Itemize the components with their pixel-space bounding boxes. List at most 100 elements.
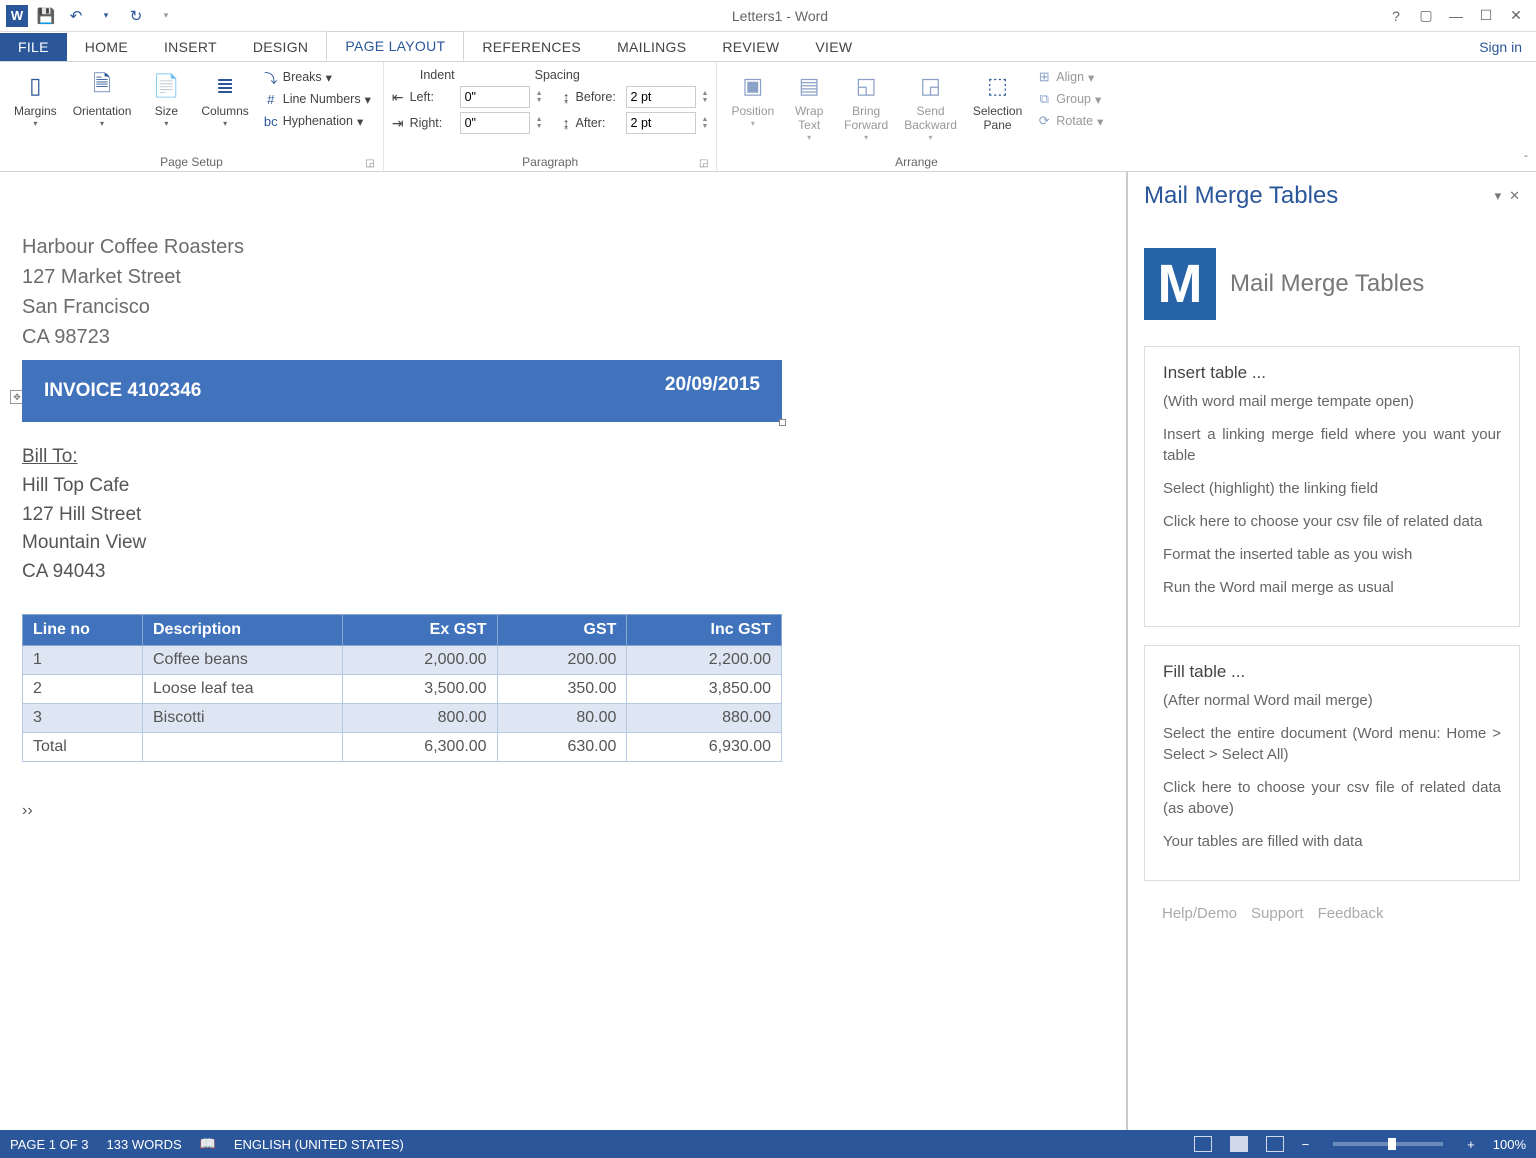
feedback-link[interactable]: Feedback: [1318, 905, 1384, 922]
spacing-after-icon: ↨: [563, 115, 570, 131]
undo-dropdown-icon[interactable]: ▾: [94, 4, 118, 28]
size-button[interactable]: 📄Size▾: [141, 66, 191, 132]
card-heading: Insert table ...: [1163, 363, 1501, 383]
wrap-text-icon: ▤: [793, 70, 825, 102]
read-mode-icon[interactable]: [1194, 1136, 1212, 1152]
spinner-icon[interactable]: ▲▼: [536, 90, 543, 104]
size-icon: 📄: [150, 70, 182, 102]
ribbon-display-icon[interactable]: ▢: [1412, 4, 1440, 28]
selection-pane-button[interactable]: ⬚Selection Pane: [967, 66, 1028, 136]
bring-forward-icon: ◱: [850, 70, 882, 102]
minimize-icon[interactable]: —: [1442, 4, 1470, 28]
tab-insert[interactable]: INSERT: [146, 33, 235, 61]
invoice-table[interactable]: Line no Description Ex GST GST Inc GST 1…: [22, 614, 782, 762]
document-canvas[interactable]: ✥ Harbour Coffee Roasters127 Market Stre…: [0, 172, 1126, 1130]
tab-review[interactable]: REVIEW: [704, 33, 797, 61]
zoom-level[interactable]: 100%: [1493, 1137, 1526, 1152]
align-button: ⊞Align ▾: [1032, 68, 1107, 86]
collapse-ribbon-icon[interactable]: ˆ: [1524, 153, 1528, 167]
table-row: Total6,300.00630.006,930.00: [23, 733, 782, 762]
group-label: Page Setup: [160, 155, 223, 169]
orientation-button[interactable]: 🗎Orientation▾: [67, 66, 138, 132]
print-layout-icon[interactable]: [1230, 1136, 1248, 1152]
line-numbers-button[interactable]: #Line Numbers ▾: [259, 90, 375, 108]
columns-button[interactable]: ≣Columns▾: [195, 66, 254, 132]
group-page-setup: ▯Margins▾ 🗎Orientation▾ 📄Size▾ ≣Columns▾…: [0, 62, 384, 171]
zoom-in-icon[interactable]: +: [1467, 1137, 1475, 1152]
proofing-icon[interactable]: 📖: [200, 1136, 216, 1152]
indent-left-input[interactable]: [460, 86, 530, 108]
ribbon-tabs: FILE HOME INSERT DESIGN PAGE LAYOUT REFE…: [0, 32, 1536, 62]
word-count[interactable]: 133 WORDS: [107, 1137, 182, 1152]
group-paragraph: IndentSpacing ⇤Left: ▲▼ ↨Before: ▲▼ ⇥Rig…: [384, 62, 718, 171]
send-backward-icon: ◲: [915, 70, 947, 102]
spacing-before-icon: ↨: [563, 89, 570, 105]
tab-home[interactable]: HOME: [67, 33, 146, 61]
hyphenation-button[interactable]: bcHyphenation ▾: [259, 112, 375, 130]
after-label: After:: [576, 116, 620, 130]
zoom-slider[interactable]: [1333, 1142, 1443, 1146]
page-indicator[interactable]: PAGE 1 OF 3: [10, 1137, 89, 1152]
before-label: Before:: [576, 90, 620, 104]
redo-icon[interactable]: ↻: [124, 4, 148, 28]
task-pane-menu-icon[interactable]: ▾: [1495, 188, 1502, 204]
ribbon: ▯Margins▾ 🗎Orientation▾ 📄Size▾ ≣Columns▾…: [0, 62, 1536, 172]
sign-in-link[interactable]: Sign in: [1465, 33, 1536, 61]
tab-view[interactable]: VIEW: [797, 33, 870, 61]
margins-button[interactable]: ▯Margins▾: [8, 66, 63, 132]
tab-page-layout[interactable]: PAGE LAYOUT: [326, 31, 464, 61]
hyphenation-icon: bc: [263, 113, 279, 129]
spacing-after-input[interactable]: [626, 112, 696, 134]
language-indicator[interactable]: ENGLISH (UNITED STATES): [234, 1137, 404, 1152]
tab-references[interactable]: REFERENCES: [464, 33, 599, 61]
invoice-banner[interactable]: 20/09/2015 INVOICE 4102346: [22, 360, 782, 422]
invoice-date: 20/09/2015: [665, 374, 760, 396]
table-row: 2Loose leaf tea3,500.00350.003,850.00: [23, 675, 782, 704]
insert-table-card: Insert table ... (With word mail merge t…: [1144, 346, 1520, 627]
qat-customize-icon[interactable]: ▾: [154, 4, 178, 28]
spacing-before-input[interactable]: [626, 86, 696, 108]
breaks-icon: ⤵: [263, 69, 279, 85]
task-pane: Mail Merge Tables ▾✕ M Mail Merge Tables…: [1126, 172, 1536, 1130]
close-icon[interactable]: ✕: [1502, 4, 1530, 28]
bring-forward-button: ◱Bring Forward▾: [838, 66, 894, 146]
undo-icon[interactable]: ↶: [64, 4, 88, 28]
status-bar: PAGE 1 OF 3 133 WORDS 📖 ENGLISH (UNITED …: [0, 1130, 1536, 1158]
line-numbers-icon: #: [263, 91, 279, 107]
support-link[interactable]: Support: [1251, 905, 1304, 922]
help-icon[interactable]: ?: [1382, 4, 1410, 28]
tab-mailings[interactable]: MAILINGS: [599, 33, 704, 61]
dialog-launcher-icon[interactable]: ◲: [699, 158, 708, 169]
web-layout-icon[interactable]: [1266, 1136, 1284, 1152]
wrap-text-button: ▤Wrap Text▾: [784, 66, 834, 146]
zoom-out-icon[interactable]: −: [1302, 1137, 1310, 1152]
addin-title: Mail Merge Tables: [1230, 270, 1424, 298]
indent-head: Indent: [420, 68, 455, 82]
breaks-button[interactable]: ⤵Breaks ▾: [259, 68, 375, 86]
group-button: ⧉Group ▾: [1032, 90, 1107, 108]
fill-table-card: Fill table ... (After normal Word mail m…: [1144, 645, 1520, 881]
word-app-icon: W: [6, 5, 28, 27]
task-pane-close-icon[interactable]: ✕: [1509, 188, 1520, 204]
indent-right-input[interactable]: [460, 112, 530, 134]
spinner-icon[interactable]: ▲▼: [536, 116, 543, 130]
save-icon[interactable]: 💾: [34, 4, 58, 28]
help-link[interactable]: Help/Demo: [1162, 905, 1237, 922]
task-pane-title: Mail Merge Tables: [1144, 182, 1338, 210]
maximize-icon[interactable]: ☐: [1472, 4, 1500, 28]
resize-handle-icon[interactable]: [779, 419, 786, 426]
next-record-marker: ››: [22, 802, 1126, 820]
table-row: 1Coffee beans2,000.00200.002,200.00: [23, 646, 782, 675]
table-header-row: Line no Description Ex GST GST Inc GST: [23, 615, 782, 646]
send-backward-button: ◲Send Backward▾: [898, 66, 963, 146]
tab-design[interactable]: DESIGN: [235, 33, 326, 61]
right-label: Right:: [410, 116, 454, 130]
spinner-icon[interactable]: ▲▼: [702, 116, 709, 130]
indent-left-icon: ⇤: [392, 89, 404, 106]
spinner-icon[interactable]: ▲▼: [702, 90, 709, 104]
dialog-launcher-icon[interactable]: ◲: [365, 158, 374, 169]
group-label: Paragraph: [522, 155, 578, 169]
bill-to-label: Bill To:: [22, 446, 1126, 468]
tab-file[interactable]: FILE: [0, 33, 67, 61]
position-button: ▣Position▾: [725, 66, 780, 132]
